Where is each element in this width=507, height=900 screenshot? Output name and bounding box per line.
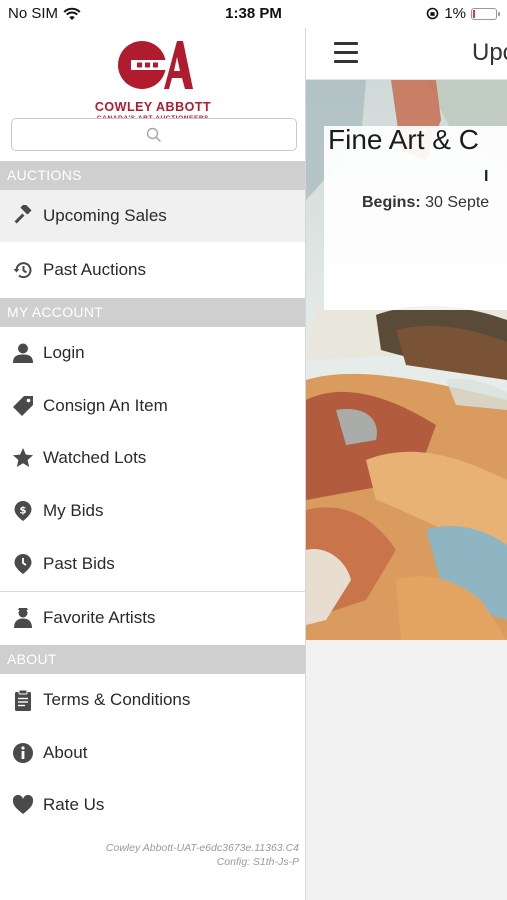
clock-pin-icon xyxy=(11,552,35,576)
history-icon xyxy=(11,258,35,282)
status-bar: No SIM 1:38 PM 1% xyxy=(0,0,507,28)
heart-icon xyxy=(11,793,35,817)
status-right: 1% xyxy=(426,5,500,22)
battery-percent: 1% xyxy=(444,5,466,22)
app-config-text: Config: S1th-Js-P xyxy=(216,856,299,868)
top-bar: Upco xyxy=(306,28,507,80)
search-box xyxy=(11,118,297,151)
menu-item-login[interactable]: Login xyxy=(0,327,305,379)
svg-text:$: $ xyxy=(20,506,27,517)
auction-title: Fine Art & C xyxy=(328,124,479,155)
main-content: Upco xyxy=(306,28,507,900)
menu-item-upcoming-sales[interactable]: Upcoming Sales xyxy=(0,190,305,242)
menu-item-favorite-artists[interactable]: Favorite Artists xyxy=(0,592,305,644)
clipboard-icon xyxy=(11,688,35,712)
menu-item-terms[interactable]: Terms & Conditions xyxy=(0,674,305,726)
cowley-abbott-logo-icon xyxy=(118,41,193,89)
section-header-auctions: AUCTIONS xyxy=(0,161,305,190)
app-screen: No SIM 1:38 PM 1% COWLEY ABBOTT AUCTIONS… xyxy=(0,0,507,900)
begins-label: Begins: xyxy=(362,194,421,211)
menu-label-rate-us: Rate Us xyxy=(43,795,105,814)
menu-item-my-bids[interactable]: $ My Bids xyxy=(0,485,305,537)
battery-icon xyxy=(471,7,500,20)
menu-item-watched-lots[interactable]: Watched Lots xyxy=(0,432,305,484)
artist-icon xyxy=(11,606,35,630)
battery-fill xyxy=(473,9,475,18)
orientation-lock-icon xyxy=(427,7,439,20)
info-icon xyxy=(11,741,35,765)
search-input[interactable] xyxy=(12,119,296,150)
page-title: Upco xyxy=(472,39,507,66)
hamburger-menu-icon[interactable] xyxy=(334,42,358,64)
begins-date: 30 Septe xyxy=(425,194,490,211)
gavel-icon xyxy=(11,204,35,228)
menu-item-past-bids[interactable]: Past Bids xyxy=(0,538,305,590)
menu-label-past-bids: Past Bids xyxy=(43,554,115,573)
menu-label-terms: Terms & Conditions xyxy=(43,690,191,709)
menu-label-upcoming-sales: Upcoming Sales xyxy=(43,206,167,225)
section-header-about: ABOUT xyxy=(0,645,305,674)
menu-label-login: Login xyxy=(43,343,85,362)
side-drawer: COWLEY ABBOTT CANADA'S ART AUCTIONEERS A… xyxy=(0,28,306,900)
menu-item-about[interactable]: About xyxy=(0,727,305,779)
auction-subtitle: I xyxy=(484,168,489,185)
menu-label-past-auctions: Past Auctions xyxy=(43,260,147,279)
featured-auction-banner[interactable]: Fine Art & C I Begins: 30 Septe xyxy=(306,80,507,640)
menu-item-rate-us[interactable]: Rate Us xyxy=(0,779,305,831)
menu-label-my-bids: My Bids xyxy=(43,501,104,520)
auction-begins: Begins: 30 Septe xyxy=(362,194,489,212)
app-version-text: Cowley Abbott-UAT-e6dc3673e.11363.C4 xyxy=(105,842,299,854)
star-icon xyxy=(11,446,35,470)
menu-item-consign[interactable]: Consign An Item xyxy=(0,380,305,432)
dollar-pin-icon: $ xyxy=(11,499,35,523)
brand-name: COWLEY ABBOTT xyxy=(94,100,212,114)
person-icon xyxy=(11,341,35,365)
tag-icon xyxy=(11,394,35,418)
menu-item-past-auctions[interactable]: Past Auctions xyxy=(0,244,305,296)
menu-label-about: About xyxy=(43,743,88,762)
menu-label-consign: Consign An Item xyxy=(43,396,168,415)
menu-label-favorite-artists: Favorite Artists xyxy=(43,608,156,627)
section-header-my-account: MY ACCOUNT xyxy=(0,298,305,327)
menu-label-watched-lots: Watched Lots xyxy=(43,448,147,467)
brand-logo[interactable]: COWLEY ABBOTT CANADA'S ART AUCTIONEERS xyxy=(0,36,306,122)
